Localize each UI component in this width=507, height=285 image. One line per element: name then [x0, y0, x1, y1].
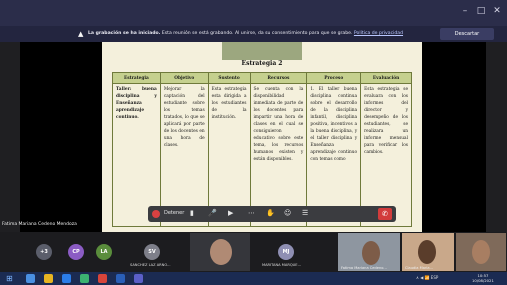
minimize-icon[interactable]: – [458, 6, 472, 16]
strategy-table: Estrategia Objetivo Sustento Recursos Pr… [112, 72, 412, 227]
raise-hand-icon[interactable]: ✋ [266, 209, 275, 217]
microphone-icon[interactable]: 🎤 [208, 209, 217, 217]
header-evaluacion: Evaluación [360, 72, 412, 84]
clock[interactable]: 10:57 10/08/2021 [472, 273, 494, 283]
avatar[interactable]: LA [96, 244, 112, 260]
recording-banner: ▲ La grabación se ha iniciado. Esta reun… [0, 26, 507, 42]
participants-icon[interactable]: ☰ [302, 209, 308, 217]
participant-face [362, 241, 380, 265]
avatar[interactable]: SV [144, 244, 160, 260]
maximize-icon[interactable]: □ [474, 6, 488, 16]
video-tile-name: Fatima Mariana Cedeno... [341, 266, 387, 270]
header-objetivo: Objetivo [159, 72, 209, 84]
more-icon[interactable]: ⋯ [248, 209, 255, 217]
avatar[interactable]: MJ [278, 244, 294, 260]
header-sustento: Sustento [207, 72, 251, 84]
share-icon[interactable]: ▶ [228, 209, 233, 217]
privacy-policy-link[interactable]: Política de privacidad [354, 31, 403, 36]
video-tile[interactable]: Fatima Mariana Cedeno... [338, 233, 400, 271]
title-bar: – □ ✕ [0, 0, 507, 26]
header-estrategia: Estrategia [112, 72, 161, 84]
word-icon[interactable] [116, 274, 125, 283]
slide-title: Estrategia 2 [241, 60, 283, 67]
video-tile[interactable]: Claudia Maria... [402, 233, 454, 271]
warning-icon: ▲ [78, 30, 84, 38]
video-tile[interactable] [456, 233, 506, 271]
avatar[interactable]: CP [68, 244, 84, 260]
avatar[interactable]: +3 [36, 244, 52, 260]
reactions-icon[interactable]: ☺ [284, 209, 291, 217]
end-call-button[interactable]: ✆ [378, 208, 392, 220]
powerpoint-icon[interactable] [98, 274, 107, 283]
recording-message: La grabación se ha iniciado. Esta reunió… [88, 31, 404, 36]
file-explorer-icon[interactable] [44, 274, 53, 283]
clock-date: 10/08/2021 [472, 278, 494, 283]
windows-taskbar: ⊞ ∧ ◀ 📶 ESP 10:57 10/08/2021 [0, 272, 507, 285]
dismiss-button[interactable]: Descartar [440, 28, 494, 40]
system-tray[interactable]: ∧ ◀ 📶 ESP [416, 275, 438, 280]
windows-start-icon[interactable]: ⊞ [6, 274, 13, 283]
participant-face [210, 239, 232, 265]
participant-name: SANCHEZ LAZ ARNO... [130, 263, 171, 267]
chat-icon[interactable]: ▮ [190, 209, 194, 217]
record-stop-button[interactable] [152, 210, 160, 218]
edge-icon[interactable] [62, 274, 71, 283]
meeting-controls: Detener ▮ 🎤 ▶ ⋯ ✋ ☺ ☰ ✆ [148, 206, 396, 222]
participant-face [472, 240, 490, 264]
teams-icon[interactable] [134, 274, 143, 283]
taskview-icon[interactable] [26, 274, 35, 283]
video-tile-name: Claudia Maria... [405, 266, 434, 270]
presenter-name: Fatima Mariana Cedeno Mendoza [2, 222, 77, 227]
stop-label[interactable]: Detener [164, 210, 184, 216]
chrome-icon[interactable] [80, 274, 89, 283]
shared-screen: Estrategia 2 Estrategia Objetivo Sustent… [20, 42, 486, 232]
participant-face [418, 240, 436, 264]
video-tile[interactable] [190, 233, 250, 271]
slide-decoration [222, 42, 302, 60]
presentation-slide: Estrategia 2 Estrategia Objetivo Sustent… [102, 42, 422, 232]
header-recursos: Recursos [249, 72, 308, 84]
participant-name: MARITANA MARQUE... [262, 263, 301, 267]
header-proceso: Proceso [306, 72, 362, 84]
close-icon[interactable]: ✕ [490, 6, 504, 16]
